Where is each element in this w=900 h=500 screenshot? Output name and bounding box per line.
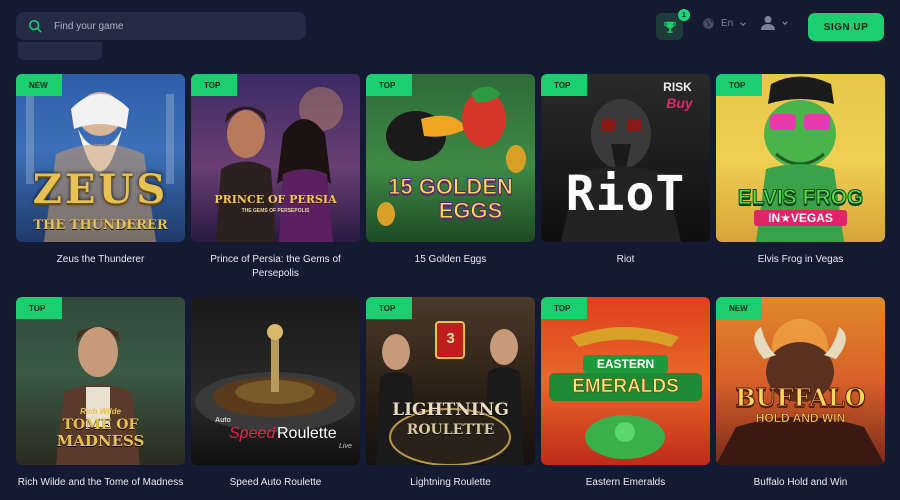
game-title[interactable]: 15 Golden Eggs [366,253,535,267]
new-badge: NEW [716,297,762,319]
game-art-title: 15 GOLDEN [388,174,514,200]
game-art-title: PRINCE OF PERSIA [214,193,337,206]
game-card-speed-auto-roulette[interactable]: Auto Speed Roulette Live [191,297,360,465]
top-header: 1 En SIGN UP [0,0,900,50]
trophy-icon [663,21,676,33]
chevron-down-icon [740,21,747,26]
top-badge: TOP [541,297,587,319]
game-title[interactable]: Lightning Roulette [366,476,535,490]
game-card-riot[interactable]: TOP RISK Buy RioT [541,74,710,242]
game-art-title: ZEUS [32,166,169,213]
game-card-buffalo-hold-and-win[interactable]: NEW BUFFALO HOLD AND WIN [716,297,885,465]
game-art-label: Buy [666,95,693,111]
game-art-subtitle: THE THUNDERER [33,218,168,233]
new-badge: NEW [16,74,62,96]
chevron-down-icon [782,20,788,25]
search-bar[interactable] [16,12,306,40]
game-art-title: Roulette [277,425,337,442]
game-art-subtitle: THE GEMS OF PERSEPOLIS [241,208,310,214]
game-art-subtitle: EGGS [438,198,503,224]
account-menu[interactable] [760,15,789,30]
globe-icon [703,18,714,29]
game-art-title: RioT [565,166,686,222]
top-badge: TOP [366,74,412,96]
game-art-subtitle: ROULETTE [406,422,495,438]
top-badge: TOP [716,74,762,96]
game-art-subtitle: EMERALDS [549,373,702,401]
game-art-title: LIGHTNING [392,400,509,420]
game-title[interactable]: Eastern Emeralds [541,476,710,490]
game-art-label: 3 [446,330,455,347]
top-badge: TOP [191,74,237,96]
filter-tab[interactable] [18,42,102,60]
game-art-label: Rich Wilde [80,407,121,416]
game-art-label: Speed [229,425,276,442]
top-badge: TOP [16,297,62,319]
game-art-title: TOME OF [62,417,139,433]
game-art-label: RISK [663,80,692,94]
game-art [26,92,174,242]
game-card-lightning-roulette[interactable]: TOP 3 LIGHTNING ROULETTE [366,297,535,465]
game-title[interactable]: Riot [541,253,710,267]
game-card-rich-wilde[interactable]: TOP Rich Wilde TOME OF MADNESS [16,297,185,465]
game-art-title: BUFFALO [735,383,866,413]
game-card-zeus[interactable]: NEW ZEUS THE THUNDERER [16,74,185,242]
game-art-title: EASTERN [583,355,668,373]
sign-up-button[interactable]: SIGN UP [808,13,884,41]
top-badge: TOP [541,74,587,96]
game-card-eastern-emeralds[interactable]: TOP EASTERN EMERALDS [541,297,710,465]
game-title[interactable]: Buffalo Hold and Win [716,476,885,490]
game-art [376,321,524,465]
game-title[interactable]: Elvis Frog in Vegas [716,253,885,267]
game-card-prince-of-persia[interactable]: TOP PRINCE OF PERSIA THE GEMS OF PERSEPO… [191,74,360,242]
top-badge: TOP [366,297,412,319]
game-art [716,319,885,465]
game-art-subtitle: MADNESS [56,432,145,450]
search-input[interactable] [54,20,284,32]
game-card-elvis-frog[interactable]: TOP ELVIS FROG IN★VEGAS [716,74,885,242]
game-title[interactable]: Zeus the Thunderer [16,253,185,267]
language-label: En [721,18,734,29]
language-selector[interactable]: En [702,17,747,30]
game-card-15-golden-eggs[interactable]: TOP 15 GOLDEN EGGS [366,74,535,242]
game-title[interactable]: Speed Auto Roulette [191,476,360,490]
game-art-title: ELVIS FROG [737,186,864,210]
game-title[interactable]: Prince of Persia: the Gems of Persepolis [191,253,360,281]
game-art-label: Live [339,443,352,450]
search-icon [28,19,42,33]
rewards-count-badge: 1 [678,9,690,21]
game-art-label: Auto [215,417,231,424]
game-art-subtitle: HOLD AND WIN [755,411,846,426]
user-icon [761,16,775,30]
game-title[interactable]: Rich Wilde and the Tome of Madness [16,476,185,490]
game-art-subtitle: IN★VEGAS [754,210,847,226]
game-art [216,87,343,242]
